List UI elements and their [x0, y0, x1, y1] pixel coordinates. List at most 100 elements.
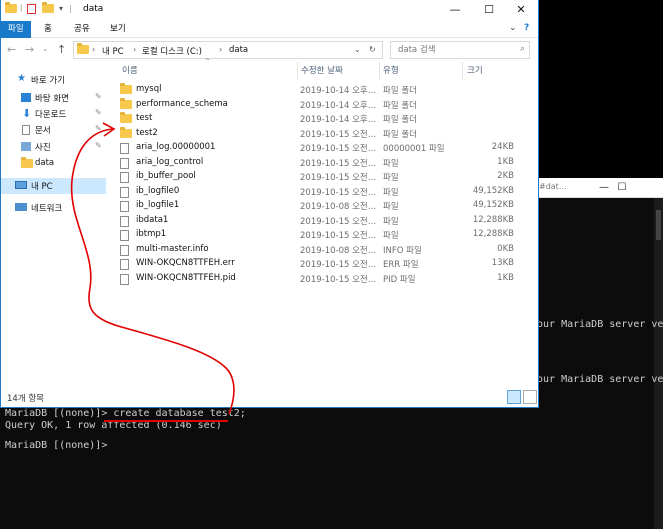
chevron-down-icon[interactable]: ⌄ — [42, 44, 49, 53]
folder-row[interactable]: mysql 2019-10-14 오후… 파일 폴더 — [118, 83, 518, 98]
address-bar[interactable]: › 내 PC › 로컬 디스크 (C:) › data ⌄ ↻ — [73, 41, 383, 59]
file-row[interactable]: aria_log.00000001 2019-10-15 오전… 00000001 … — [118, 141, 518, 156]
file-row[interactable]: aria_log_control 2019-10-15 오전… 파일 1KB — [118, 156, 518, 171]
pin-icon[interactable]: ✎ — [95, 108, 102, 117]
file-row[interactable]: ibdata1 2019-10-15 오전… 파일 12,288KB — [118, 214, 518, 229]
column-header-type[interactable]: 유형 — [383, 62, 399, 80]
folder-row[interactable]: performance_schema 2019-10-14 오후… 파일 폴더 — [118, 97, 518, 113]
maximize-button[interactable]: ☐ — [472, 0, 506, 21]
chevron-down-icon[interactable]: ⌄ — [509, 23, 517, 33]
file-size: 0KB — [497, 243, 514, 254]
file-date: 2019-10-08 오전… — [300, 202, 377, 212]
tab-view[interactable]: 보기 — [103, 21, 133, 38]
pin-icon[interactable]: ✎ — [95, 92, 102, 101]
file-row[interactable]: ib_buffer_pool 2019-10-15 오전… 파일 2KB — [118, 170, 518, 185]
file-date: 2019-10-14 오후… — [300, 115, 377, 125]
column-header-name[interactable]: 이름 — [122, 62, 138, 80]
nav-item-downloads[interactable]: ⬇ 다운로드 ✎ — [1, 106, 106, 122]
folder-row[interactable]: test 2019-10-14 오후… 파일 폴더 — [118, 112, 518, 127]
desktop-icon — [21, 93, 31, 102]
nav-item-pictures[interactable]: 사진 ✎ — [1, 139, 106, 155]
file-explorer-window: | ▾ | data — ☐ ✕ 파일 홈 공유 보기 ⌄ ? ← → ⌄ ↑ … — [0, 0, 539, 408]
nav-label: 네트워크 — [31, 204, 63, 214]
scrollbar-thumb[interactable] — [656, 210, 661, 240]
breadcrumb-local-disk[interactable]: 로컬 디스크 (C:) — [142, 45, 202, 57]
search-icon[interactable]: ⌕ — [520, 44, 525, 54]
breadcrumb-data[interactable]: data — [229, 45, 248, 55]
pin-icon[interactable]: ✎ — [95, 141, 102, 150]
new-folder-icon[interactable] — [42, 2, 54, 15]
close-button[interactable]: ✕ — [504, 0, 538, 21]
nav-item-this-pc[interactable]: 내 PC — [1, 178, 106, 194]
file-date: 2019-10-15 오전… — [300, 158, 377, 169]
file-size: 1KB — [497, 272, 514, 283]
file-name: WIN-OKQCN8TTFEH.err — [136, 258, 235, 268]
item-count: 14개 항목 — [7, 394, 44, 404]
chevron-right-icon[interactable]: › — [133, 45, 136, 54]
console-title: #dat… — [539, 182, 567, 191]
tab-share[interactable]: 공유 — [67, 21, 97, 38]
properties-icon[interactable] — [27, 4, 39, 15]
file-date: 2019-10-15 오전… — [300, 129, 377, 140]
details-view-icon[interactable] — [507, 390, 521, 404]
console-prompt[interactable]: MariaDB [(none)]> — [5, 440, 107, 451]
file-size: 1KB — [497, 156, 514, 167]
console-scrollbar[interactable] — [654, 198, 663, 529]
file-size: 13KB — [491, 258, 514, 268]
nav-item-network[interactable]: 네트워크 — [1, 200, 106, 216]
sort-ascending-icon: ⌃ — [204, 57, 211, 66]
column-header-size[interactable]: 크기 — [467, 62, 483, 80]
maximize-icon[interactable]: ☐ — [613, 180, 631, 196]
help-icon[interactable]: ? — [524, 23, 529, 33]
file-date: 2019-10-15 오전… — [300, 144, 377, 154]
back-arrow-icon[interactable]: ← — [7, 43, 16, 56]
address-row: ← → ⌄ ↑ › 내 PC › 로컬 디스크 (C:) › data ⌄ ↻ … — [1, 38, 538, 62]
computer-icon — [15, 181, 27, 189]
file-type: 파일 — [383, 216, 399, 227]
file-row[interactable]: ib_logfile1 2019-10-08 오전… 파일 49,152KB — [118, 199, 518, 214]
file-name: aria_log_control — [136, 156, 204, 167]
annotation-underline — [104, 420, 228, 422]
chevron-down-icon[interactable]: ⌄ — [354, 45, 361, 54]
file-icon — [120, 273, 129, 288]
file-row[interactable]: multi-master.info 2019-10-08 오전… INFO 파일 0K… — [118, 243, 518, 258]
star-icon: ★ — [17, 73, 26, 84]
file-type: 파일 — [383, 202, 399, 212]
console-titlebar[interactable]: #dat… — ☐ — [537, 178, 663, 198]
refresh-icon[interactable]: ↻ — [369, 45, 376, 54]
file-size: 12,288KB — [472, 214, 514, 225]
forward-arrow-icon[interactable]: → — [25, 43, 34, 56]
folder-row[interactable]: test2 2019-10-15 오전… 파일 폴더 — [118, 126, 518, 142]
breadcrumb-this-pc[interactable]: 내 PC — [102, 45, 124, 57]
file-row[interactable]: WIN-OKQCN8TTFEH.err 2019-10-15 오전… ERR 파일 1… — [118, 257, 518, 272]
column-divider[interactable] — [297, 62, 298, 80]
search-input[interactable] — [395, 44, 505, 56]
minimize-button[interactable]: — — [438, 0, 472, 21]
column-divider[interactable] — [462, 62, 463, 80]
minimize-icon[interactable]: — — [595, 180, 613, 196]
explorer-titlebar[interactable]: | ▾ | data — ☐ ✕ — [1, 0, 538, 21]
nav-item-data[interactable]: data — [1, 156, 106, 172]
file-row[interactable]: ibtmp1 2019-10-15 오전… 파일 12,288KB — [118, 228, 518, 243]
nav-label: 다운로드 — [35, 110, 67, 120]
file-type: 파일 폴더 — [383, 86, 417, 96]
file-row[interactable]: WIN-OKQCN8TTFEH.pid 2019-10-15 오전… PID 파일 1… — [118, 272, 518, 287]
nav-item-desktop[interactable]: 바탕 화면 ✎ — [1, 90, 106, 106]
nav-label: data — [35, 158, 55, 168]
folder-icon — [120, 83, 132, 97]
file-name: ib_logfile0 — [136, 185, 180, 196]
large-icons-view-icon[interactable] — [523, 390, 537, 404]
nav-item-documents[interactable]: 문서 ✎ — [1, 122, 106, 138]
chevron-right-icon[interactable]: › — [92, 45, 95, 54]
up-arrow-icon[interactable]: ↑ — [57, 43, 66, 56]
pin-icon[interactable]: ✎ — [95, 124, 102, 133]
tab-home[interactable]: 홈 — [37, 21, 59, 38]
nav-item-quick-access[interactable]: ★ 바로 가기 — [1, 72, 106, 88]
column-divider[interactable] — [379, 62, 380, 80]
tab-file[interactable]: 파일 — [1, 21, 31, 38]
column-header-date[interactable]: 수정한 날짜 — [301, 62, 343, 80]
chevron-right-icon[interactable]: › — [219, 45, 222, 54]
network-icon — [15, 203, 27, 211]
search-box[interactable]: ⌕ — [390, 41, 530, 59]
file-row[interactable]: ib_logfile0 2019-10-15 오전… 파일 49,152KB — [118, 185, 518, 200]
